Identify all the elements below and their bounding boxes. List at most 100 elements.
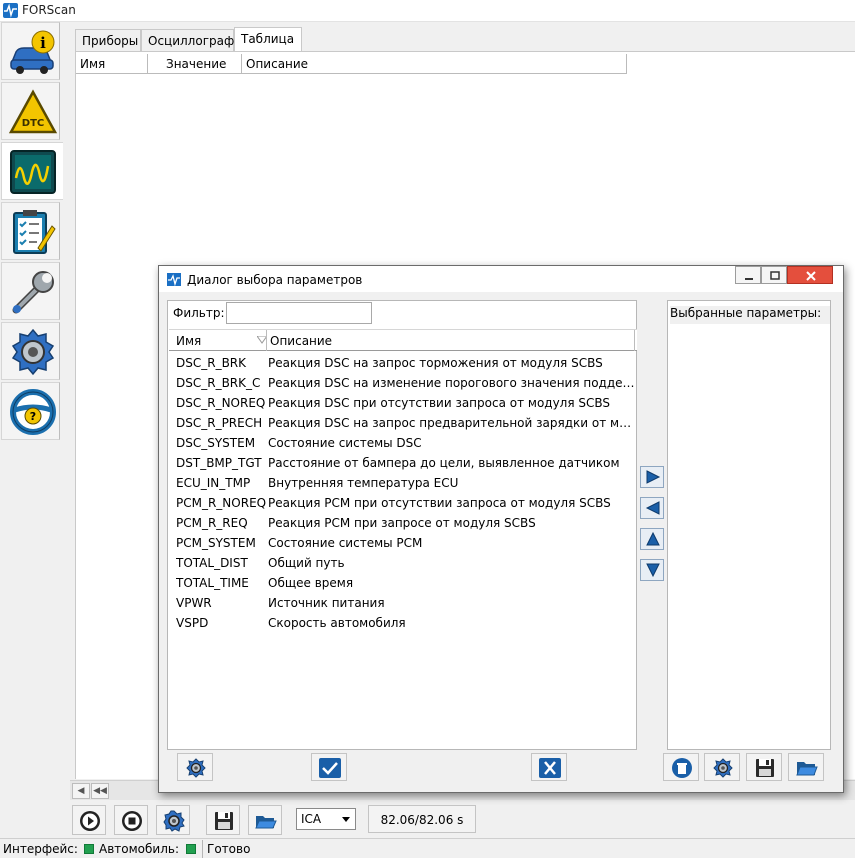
- folder-open-icon: [255, 816, 277, 829]
- parameter-name: PCM_R_NOREQ: [176, 496, 267, 510]
- open-button[interactable]: [248, 805, 282, 835]
- wrench-icon: [12, 271, 54, 314]
- nav-help[interactable]: ?: [1, 382, 60, 440]
- arrow-down-icon: [646, 563, 660, 577]
- parameter-description: Реакция DSC при отсутствии запроса от мо…: [268, 396, 611, 410]
- status-text: Готово: [207, 842, 251, 856]
- parameter-description: Реакция PCM при запросе от модуля SCBS: [268, 516, 536, 530]
- selected-settings-button[interactable]: [704, 753, 740, 781]
- parameter-selection-dialog: Диалог выбора параметров Фильтр: Имя Опи…: [158, 265, 844, 793]
- parameter-name: TOTAL_DIST: [176, 556, 248, 570]
- module-select[interactable]: ICA: [296, 808, 356, 830]
- window-titlebar: FORScan: [0, 0, 855, 22]
- ok-button[interactable]: [311, 753, 347, 781]
- selected-parameters-label: Выбранные параметры:: [670, 306, 830, 324]
- svg-text:i: i: [40, 34, 46, 52]
- move-down-button[interactable]: [640, 559, 664, 581]
- oscilloscope-icon: [10, 150, 56, 194]
- close-icon: [806, 271, 816, 281]
- chevron-down-icon: [342, 817, 350, 822]
- parameter-name: DSC_R_BRK: [176, 356, 247, 370]
- filter-input[interactable]: [226, 302, 372, 324]
- maximize-button[interactable]: [761, 266, 787, 284]
- nav-service[interactable]: [1, 262, 60, 320]
- save-selected-button[interactable]: [746, 753, 782, 781]
- gear-icon: [163, 810, 185, 832]
- parameter-name: DSC_R_PRECH: [176, 416, 263, 430]
- forscan-app-icon: [3, 3, 18, 18]
- add-parameter-button[interactable]: [640, 466, 664, 488]
- list-header-name[interactable]: Имя: [176, 334, 201, 348]
- nav-vehicle-info[interactable]: i: [1, 22, 60, 80]
- parameter-list-panel: Фильтр: Имя Описание DSC_R_BRK Реакция DS…: [167, 300, 638, 750]
- dialog-app-icon: [167, 273, 181, 286]
- gear-icon: [11, 328, 55, 376]
- save-button[interactable]: [206, 805, 240, 835]
- parameter-description: Общий путь: [268, 556, 345, 570]
- parameter-name: DST_BMP_TGT: [176, 456, 262, 470]
- parameter-name: DSC_SYSTEM: [176, 436, 256, 450]
- list-header-description[interactable]: Описание: [270, 334, 332, 348]
- column-header-description[interactable]: Описание: [242, 54, 627, 74]
- tab-table[interactable]: Таблица: [234, 27, 302, 52]
- dialog-title: Диалог выбора параметров: [187, 273, 363, 287]
- checkmark-icon: [319, 758, 341, 778]
- dialog-titlebar: Диалог выбора параметров: [159, 266, 843, 292]
- play-button[interactable]: [72, 805, 106, 835]
- clear-selected-button[interactable]: [663, 753, 699, 781]
- cancel-button[interactable]: [531, 753, 567, 781]
- nav-configuration[interactable]: [1, 322, 60, 380]
- parameter-description: Реакция DSC на запрос предварительной за…: [268, 416, 638, 430]
- vehicle-status-led: [186, 844, 196, 854]
- nav-tests[interactable]: [1, 202, 60, 260]
- parameter-list-header: Имя Описание: [169, 329, 637, 351]
- parameter-description: Расстояние от бампера до цели, выявленно…: [268, 456, 620, 470]
- stop-button[interactable]: [114, 805, 148, 835]
- minimize-icon: [745, 278, 753, 280]
- parameter-description: Источник питания: [268, 596, 385, 610]
- scroll-start-icon[interactable]: ◀◀: [91, 783, 109, 799]
- parameter-name: VSPD: [176, 616, 209, 630]
- parameter-description: Состояние системы PCM: [268, 536, 423, 550]
- folder-open-icon: [796, 762, 818, 776]
- parameter-name: PCM_R_REQ: [176, 516, 248, 530]
- interface-label: Интерфейс:: [3, 842, 78, 856]
- list-header-end: [634, 330, 635, 351]
- dialog-settings-button[interactable]: [177, 753, 213, 781]
- parameter-description: Реакция PCM при отсутствии запроса от мо…: [268, 496, 611, 510]
- parameter-description: Скорость автомобиля: [268, 616, 406, 630]
- parameter-description: Общее время: [268, 576, 354, 590]
- parameter-name: VPWR: [176, 596, 212, 610]
- tab-gauges[interactable]: Приборы: [75, 29, 141, 51]
- parameter-name: DSC_R_BRK_C: [176, 376, 261, 390]
- column-header-name[interactable]: Имя: [76, 54, 148, 74]
- tab-oscilloscope[interactable]: Осциллограф: [141, 29, 234, 51]
- arrow-right-icon: [646, 470, 661, 484]
- move-up-button[interactable]: [640, 528, 664, 550]
- save-icon: [215, 812, 233, 830]
- settings-button[interactable]: [156, 805, 190, 835]
- trash-icon: [672, 758, 692, 778]
- parameter-description: Реакция DSC на запрос торможения от моду…: [268, 356, 603, 370]
- left-nav-bar: i DTC ?: [0, 22, 63, 442]
- remove-parameter-button[interactable]: [640, 497, 664, 519]
- column-header-value[interactable]: Значение: [148, 54, 242, 74]
- parameter-name: TOTAL_TIME: [176, 576, 249, 590]
- nav-dtc[interactable]: DTC: [1, 82, 60, 140]
- arrow-left-icon: [645, 501, 660, 515]
- svg-text:?: ?: [30, 410, 36, 423]
- nav-oscilloscope[interactable]: [1, 142, 63, 200]
- window-title: FORScan: [22, 3, 76, 17]
- interface-status-led: [84, 844, 94, 854]
- parameter-description: Внутренняя температура ECU: [268, 476, 459, 490]
- parameter-name: DSC_R_NOREQ: [176, 396, 266, 410]
- maximize-icon: [770, 271, 780, 280]
- scroll-left-icon[interactable]: ◀: [72, 783, 90, 799]
- open-selected-button[interactable]: [788, 753, 824, 781]
- cancel-x-icon: [539, 758, 561, 778]
- gear-icon: [186, 758, 206, 778]
- parameter-description: Реакция DSC на изменение порогового знач…: [268, 376, 638, 390]
- minimize-button[interactable]: [735, 266, 761, 284]
- close-button[interactable]: [787, 266, 833, 284]
- parameter-name: ECU_IN_TMP: [176, 476, 251, 490]
